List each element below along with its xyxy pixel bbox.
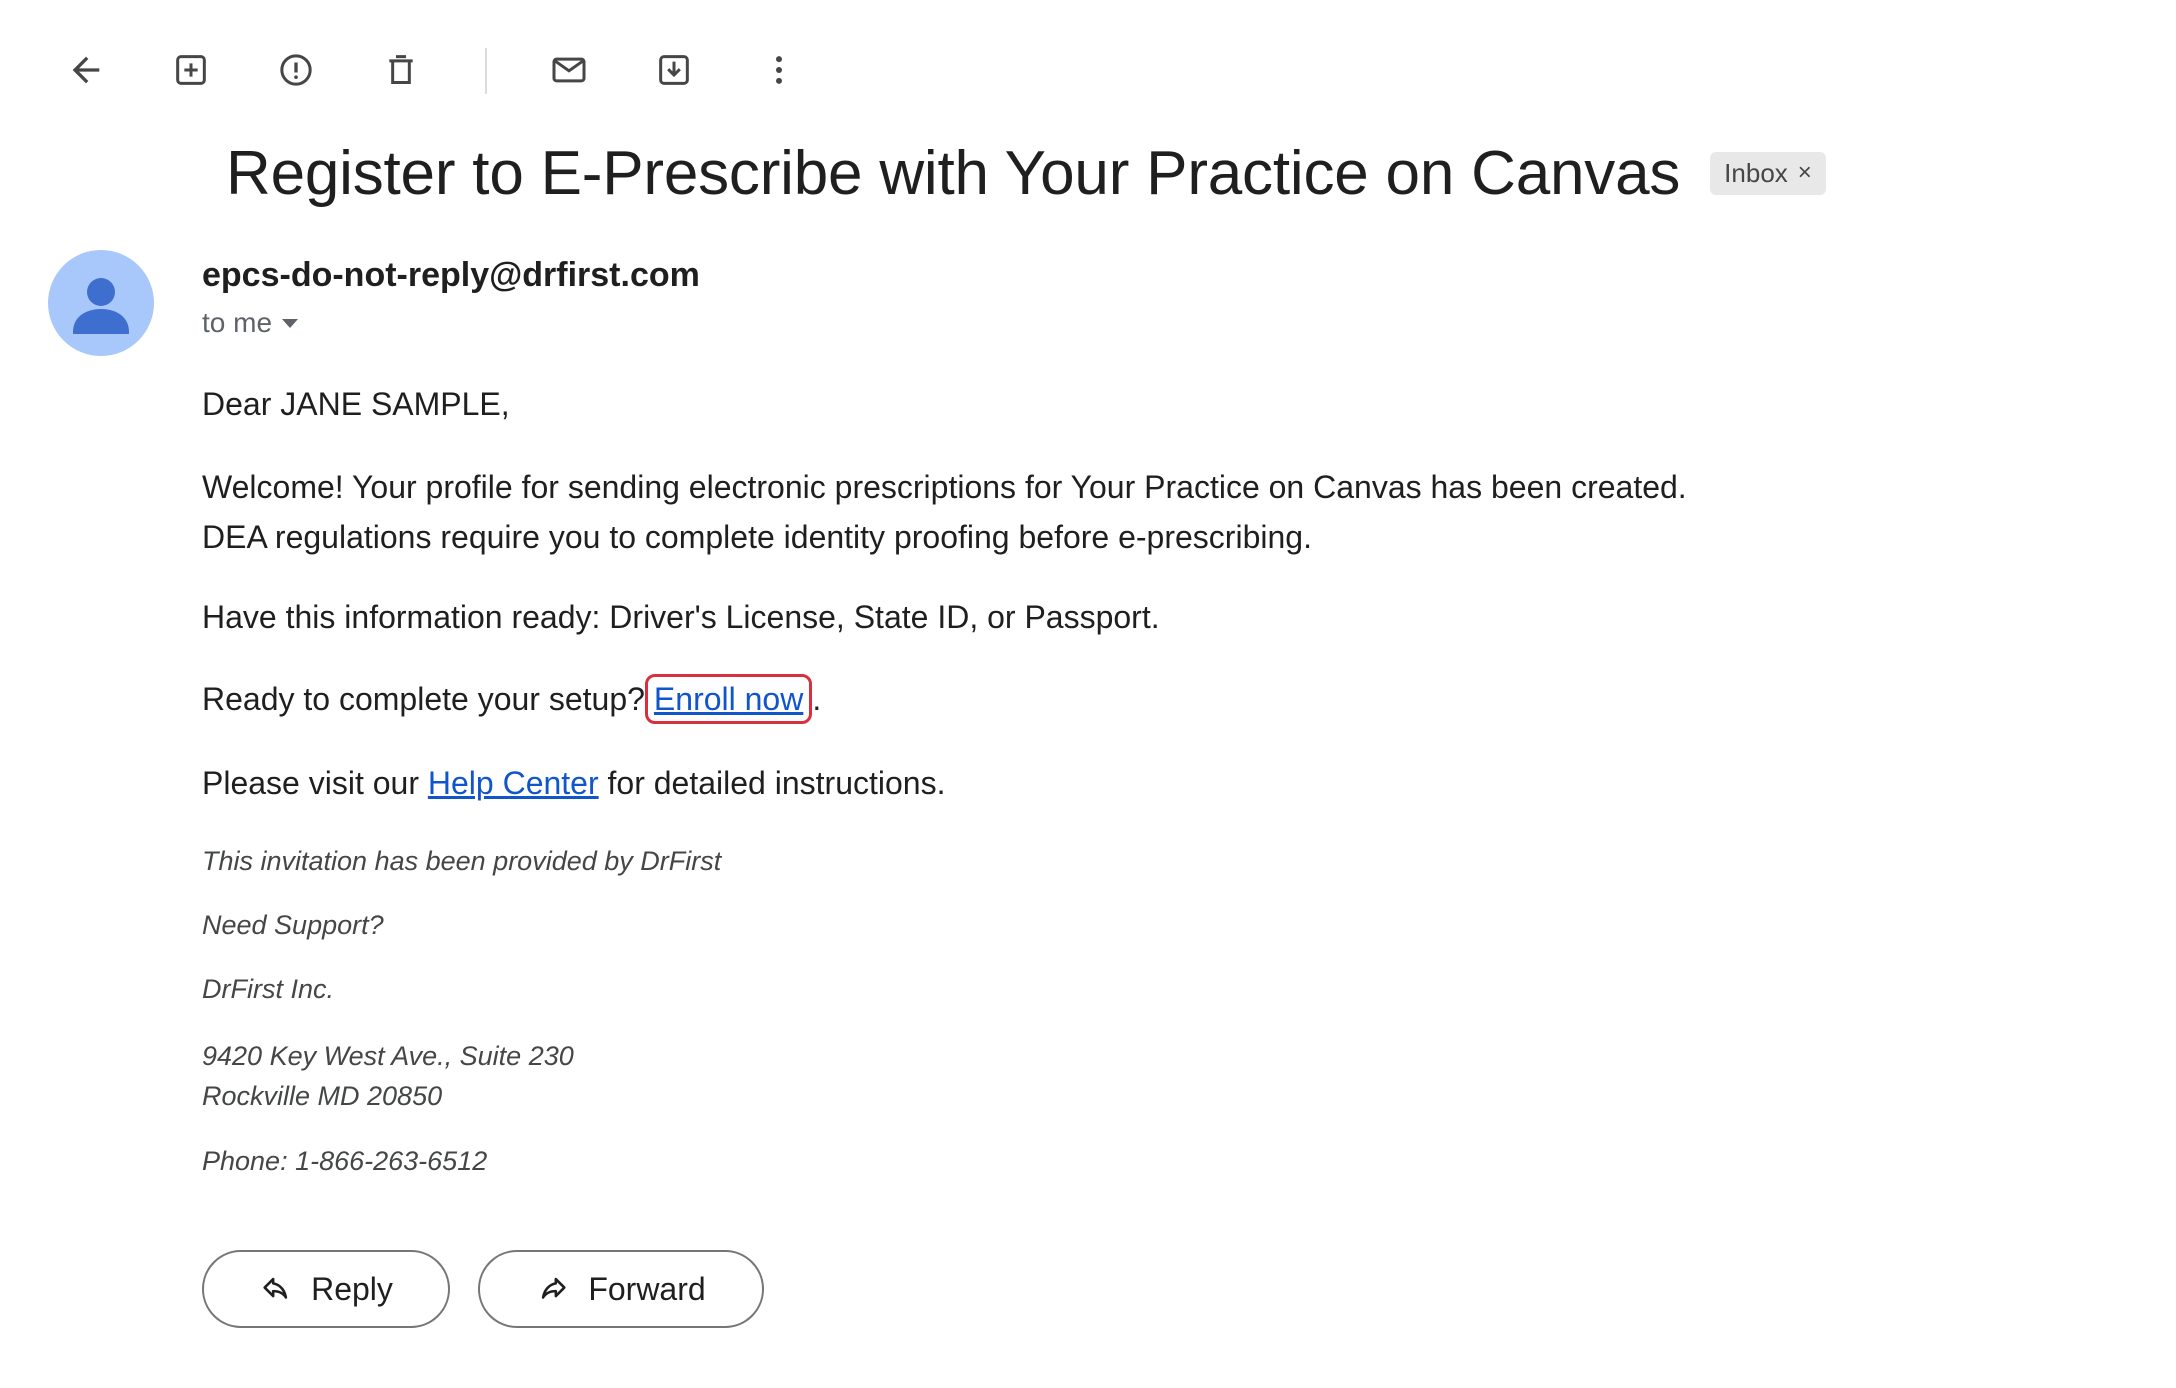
email-subject: Register to E-Prescribe with Your Practi… <box>226 138 1681 208</box>
remove-label-icon[interactable]: × <box>1798 159 1812 187</box>
setup-line: Ready to complete your setup? Enroll now. <box>202 674 821 724</box>
subject-row: Register to E-Prescribe with Your Practi… <box>226 128 1826 218</box>
help-prefix: Please visit our <box>202 765 428 801</box>
help-suffix: for detailed instructions. <box>598 765 946 801</box>
back-arrow-icon <box>72 56 100 84</box>
provided-by-text: This invitation has been provided by DrF… <box>202 846 722 876</box>
recipient-details-toggle[interactable]: to me <box>202 307 299 339</box>
address-line-1: 9420 Key West Ave., Suite 230 <box>202 1041 574 1071</box>
company-name: DrFirst Inc. <box>202 974 334 1004</box>
delete-button[interactable] <box>365 34 437 106</box>
back-button[interactable] <box>50 34 122 106</box>
reply-icon <box>263 1277 288 1299</box>
forward-icon <box>542 1277 566 1299</box>
more-options-button[interactable] <box>743 34 815 106</box>
info-ready-line: Have this information ready: Driver's Li… <box>202 599 1160 635</box>
move-to-icon <box>659 55 689 85</box>
more-options-icon <box>776 56 782 84</box>
sender-avatar[interactable] <box>48 250 154 356</box>
welcome-line-2: DEA regulations require you to complete … <box>202 519 1312 555</box>
forward-button[interactable]: Forward <box>478 1250 764 1328</box>
sender-address[interactable]: epcs-do-not-reply@drfirst.com <box>202 256 700 295</box>
inbox-label-text: Inbox <box>1724 157 1788 188</box>
reply-label: Reply <box>311 1270 393 1307</box>
mark-unread-icon <box>552 57 586 83</box>
report-spam-button[interactable] <box>260 34 332 106</box>
person-icon <box>73 278 129 334</box>
forward-label: Forward <box>588 1270 706 1307</box>
move-to-button[interactable] <box>638 34 710 106</box>
add-to-tasks-button[interactable] <box>155 34 227 106</box>
help-center-link[interactable]: Help Center <box>428 765 599 801</box>
delete-icon <box>389 55 413 84</box>
recipient-text: to me <box>202 307 273 338</box>
chevron-down-icon <box>282 318 299 328</box>
add-to-tasks-icon <box>176 55 206 85</box>
inbox-label-chip[interactable]: Inbox × <box>1710 151 1826 195</box>
need-support-text: Need Support? <box>202 910 384 940</box>
welcome-line-1: Welcome! Your profile for sending electr… <box>202 469 1687 505</box>
setup-suffix: . <box>812 681 822 717</box>
report-spam-icon <box>280 54 312 86</box>
setup-prefix: Ready to complete your setup? <box>202 681 645 717</box>
reply-button[interactable]: Reply <box>202 1250 450 1328</box>
enroll-now-link[interactable]: Enroll now <box>654 681 803 717</box>
phone-text: Phone: 1-866-263-6512 <box>202 1146 488 1176</box>
help-line: Please visit our Help Center for detaile… <box>202 758 945 808</box>
greeting: Dear JANE SAMPLE, <box>202 386 510 422</box>
address-line-2: Rockville MD 20850 <box>202 1081 443 1111</box>
enroll-highlight: Enroll now <box>644 674 813 724</box>
email-toolbar <box>0 0 2176 140</box>
toolbar-divider <box>485 48 487 94</box>
mark-unread-button[interactable] <box>533 34 605 106</box>
